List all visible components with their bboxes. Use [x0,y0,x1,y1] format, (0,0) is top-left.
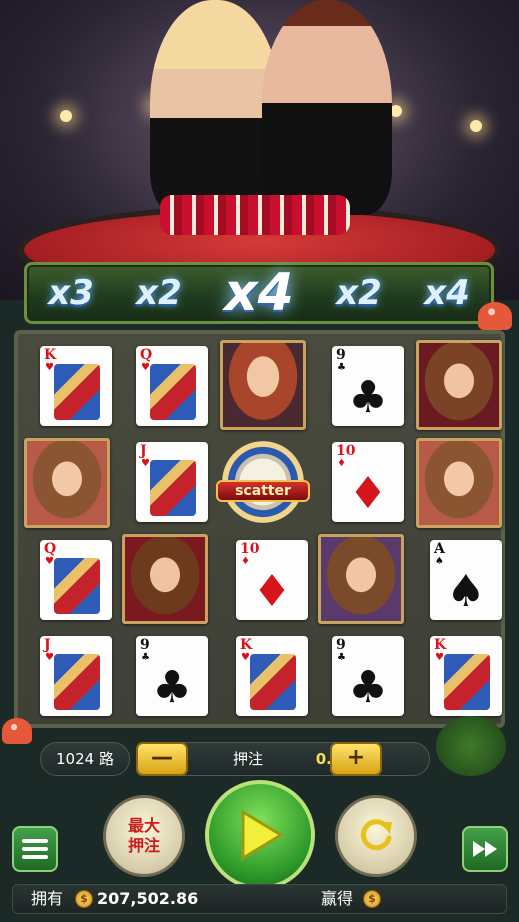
ways-indicator: 1024 路 [40,742,130,776]
balance-value: 207,502.86 [97,889,199,908]
card-jack-hearts: J ♥ [40,636,112,716]
scatter-symbol: scatter [216,436,310,528]
win-label: 赢得 [321,889,354,908]
max-bet-label-line2: 押注 [127,836,160,855]
lady-portrait-symbol [24,438,110,528]
multiplier-3-active: x4 [224,263,294,323]
card-king-hearts: K ♥ [236,636,308,716]
increase-bet-button[interactable]: + [330,742,382,776]
multiplier-5: x4 [424,273,470,313]
card-king-hearts: K ♥ [430,636,502,716]
fast-forward-button[interactable] [462,826,508,872]
lamp-icon [470,120,482,132]
card-queen-hearts: Q ♥ [40,540,112,620]
card-king-hearts: K ♥ [40,346,112,426]
mushroom-decoration [2,718,32,744]
card-queen-hearts: Q ♥ [136,346,208,426]
card-nine-clubs: 9 ♣ ♣ [136,636,208,716]
multiplier-4: x2 [336,273,382,313]
plus-icon: + [346,745,366,770]
multiplier-1: x3 [48,273,94,313]
hamburger-icon [22,839,48,859]
refresh-icon [360,819,392,851]
mushroom-decoration [478,302,512,330]
card-jack-hearts: J ♥ [136,442,208,522]
reel-grid: K ♥ Q ♥ 9 ♣ ♣ J ♥ scatter 10 ♦ ♦ Q ♥ 10 ♦ ♦ A ♠ ♠ J ♥… [14,330,505,728]
multiplier-bar: x3 x2 x4 x2 x4 [24,262,494,324]
max-bet-label-line1: 最大 [127,816,160,835]
casino-banner [0,0,519,300]
spin-button[interactable] [205,780,315,890]
lady-portrait-symbol [122,534,208,624]
minus-icon: — [151,745,173,770]
autoplay-button[interactable] [335,795,417,877]
max-bet-button[interactable]: 最大 押注 [103,795,185,877]
lamp-icon [60,110,72,122]
decrease-bet-button[interactable]: — [136,742,188,776]
coin-icon: $ [363,890,381,908]
bet-controls: 1024 路 押注 0.5 — + [40,740,480,778]
lady-portrait-symbol [416,438,502,528]
lady-portrait-symbol [220,340,306,430]
chip-stack [160,195,350,235]
card-ace-spades: A ♠ ♠ [430,540,502,620]
footer-bar: 拥有 $ 207,502.86 赢得 $ [12,884,507,914]
dealer-right-image [262,0,392,215]
bet-display: 押注 0.5 [160,742,430,776]
lady-portrait-symbol [318,534,404,624]
coin-icon: $ [75,890,93,908]
bet-label: 押注 [233,750,264,768]
scatter-label: scatter [216,480,310,502]
card-nine-clubs: 9 ♣ ♣ [332,636,404,716]
dealer-left-image [150,0,280,215]
card-ten-diamonds: 10 ♦ ♦ [332,442,404,522]
card-ten-diamonds: 10 ♦ ♦ [236,540,308,620]
menu-button[interactable] [12,826,58,872]
multiplier-2: x2 [136,273,182,313]
fast-forward-icon [473,841,497,857]
play-icon [241,809,284,861]
card-nine-clubs: 9 ♣ ♣ [332,346,404,426]
balance-label: 拥有 [31,889,64,908]
lady-portrait-symbol [416,340,502,430]
